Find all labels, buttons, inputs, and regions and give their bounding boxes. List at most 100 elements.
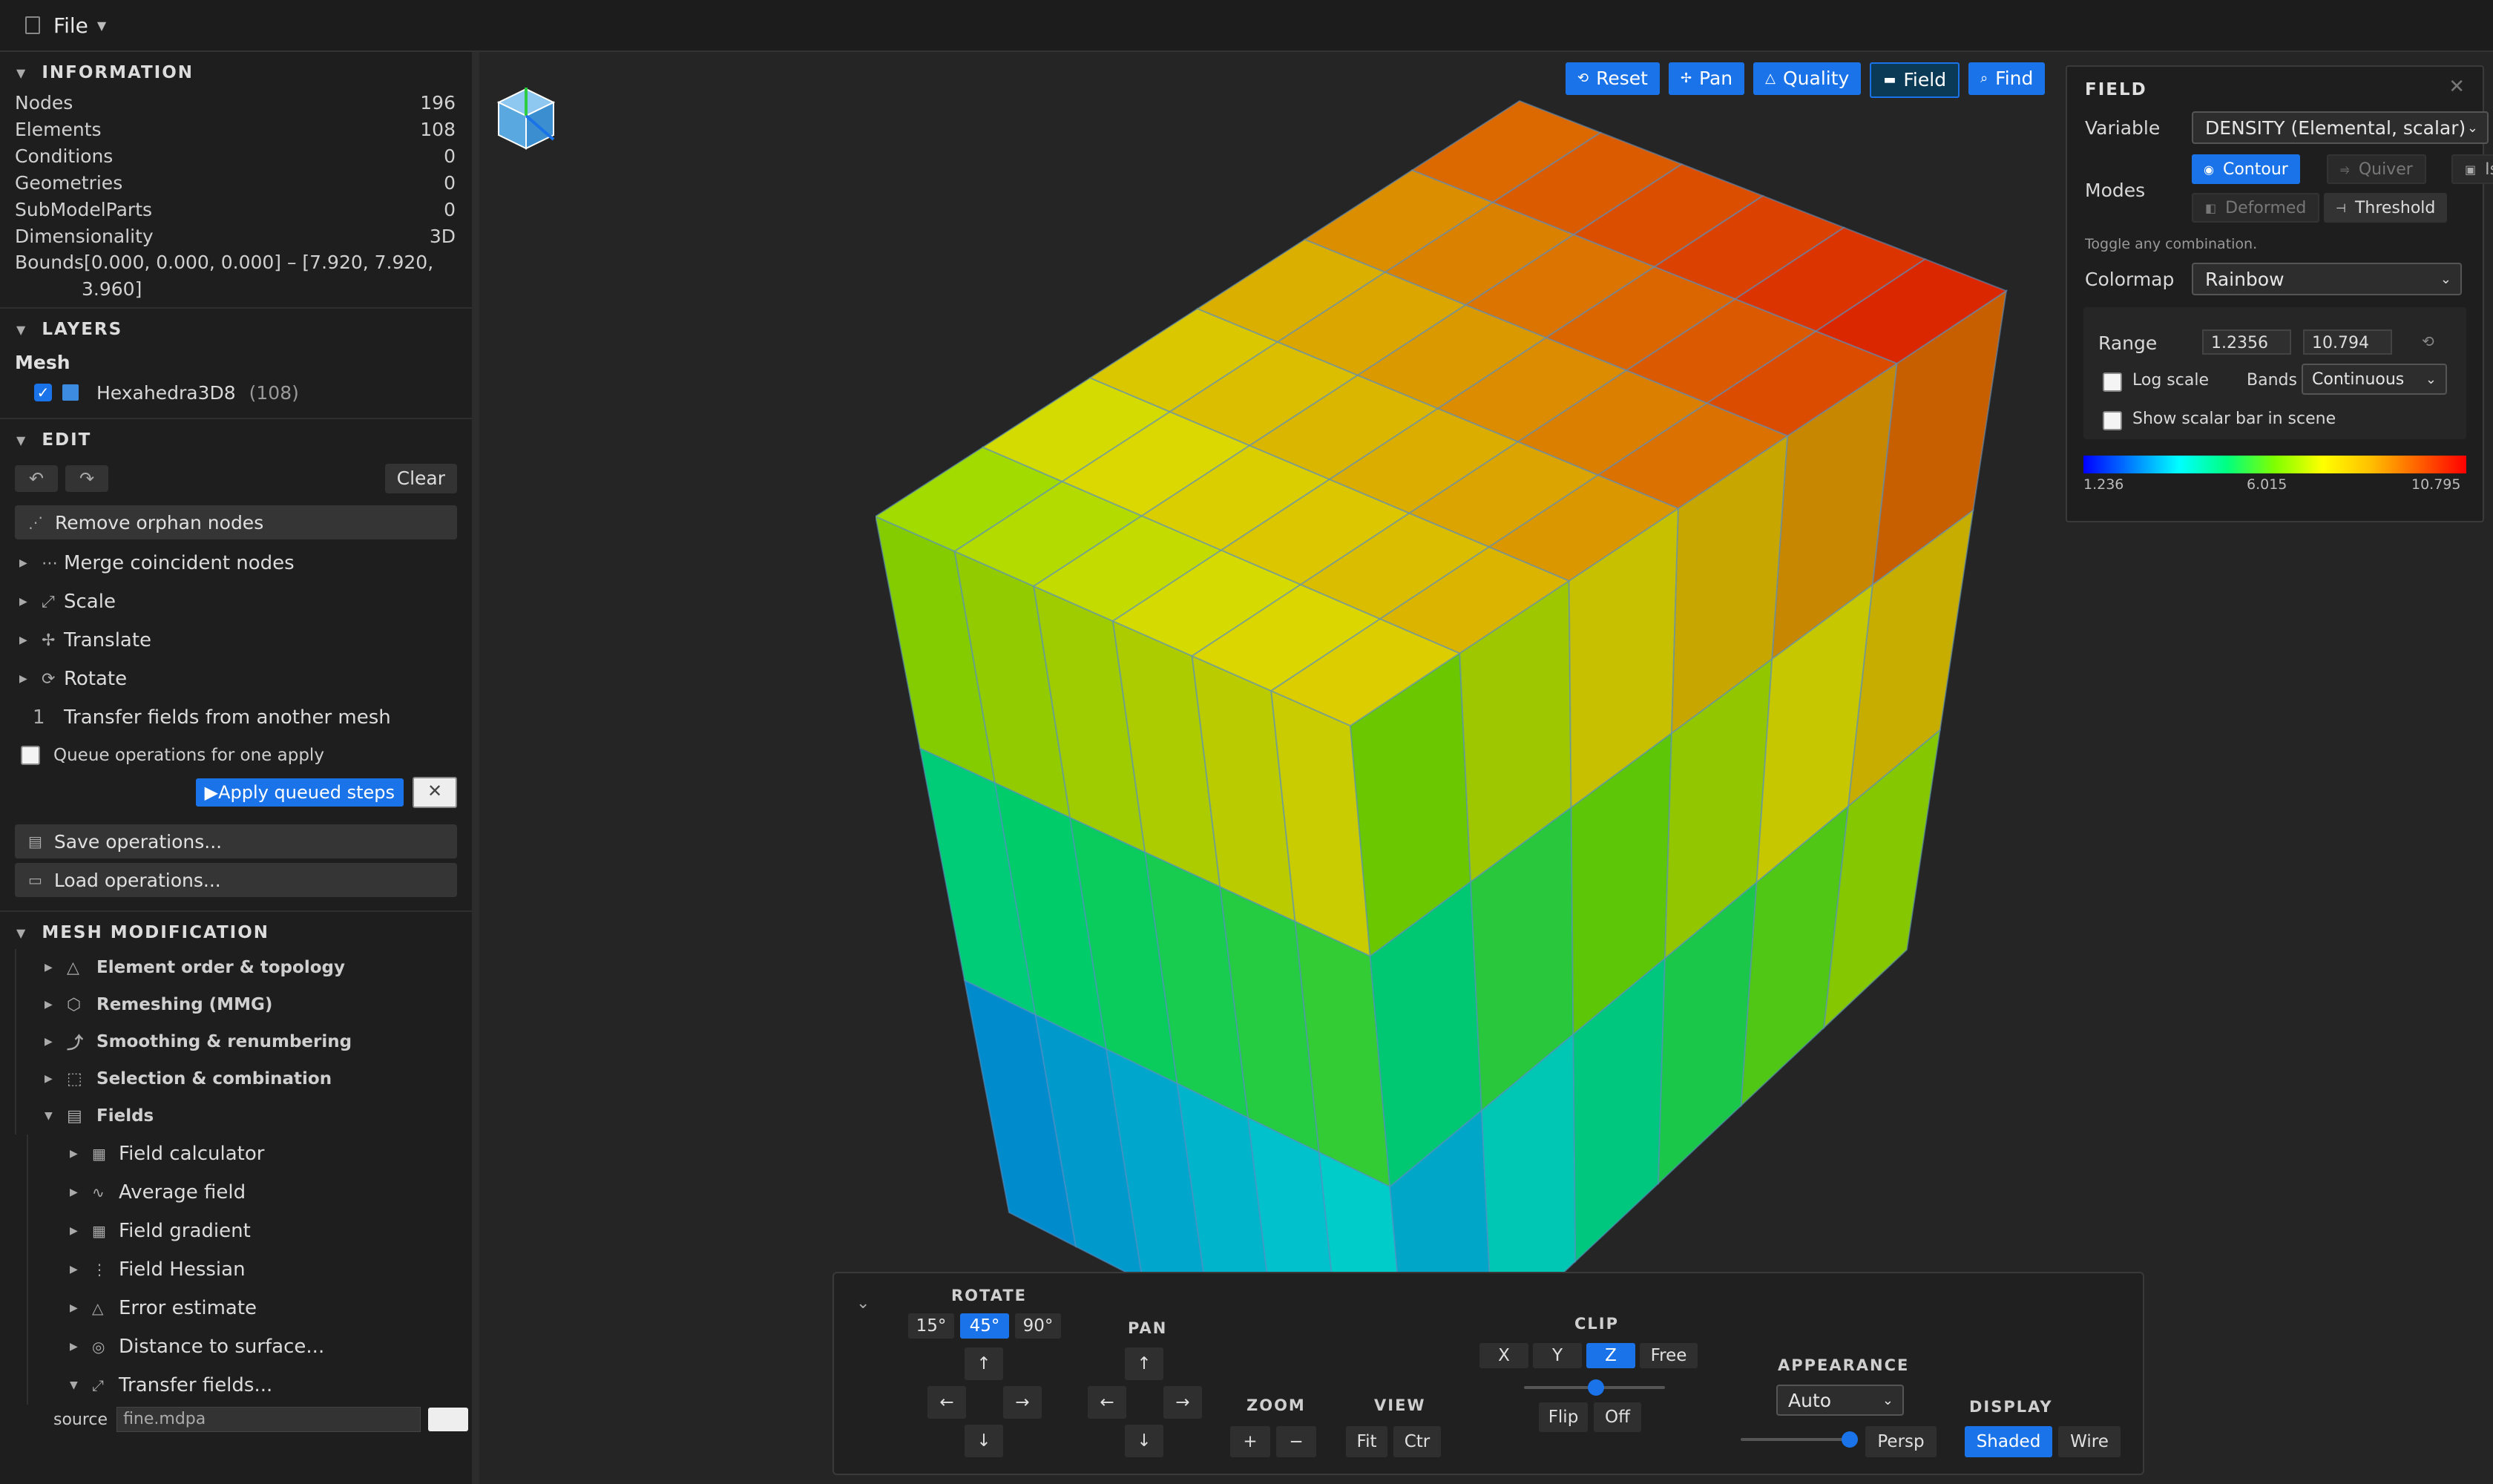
deformed-toggle[interactable]: ◧ Deformed	[2192, 193, 2320, 223]
colormap-select[interactable]: Rainbow ⌄	[2192, 263, 2462, 295]
expand-icon[interactable]: ▶	[19, 596, 42, 608]
fit-button[interactable]: Fit	[1346, 1426, 1387, 1457]
source-input[interactable]: fine.mdpa	[116, 1407, 421, 1432]
pan-left-button[interactable]: ←	[1088, 1386, 1126, 1419]
rotate-right-button[interactable]: →	[1003, 1386, 1042, 1419]
quality-button[interactable]: △ Quality	[1753, 62, 1862, 95]
element-order-item[interactable]: ▶ △ Element order & topology	[15, 949, 472, 986]
quiver-toggle[interactable]: ⥤ Quiver	[2327, 154, 2426, 184]
rotate-item[interactable]: ▶ ⟳ Rotate	[0, 660, 472, 698]
pan-up-button[interactable]: ↑	[1125, 1347, 1163, 1380]
layers-header[interactable]: ▼ LAYERS	[0, 313, 472, 346]
information-header[interactable]: ▼ INFORMATION	[0, 56, 472, 89]
clip-free-button[interactable]: Free	[1640, 1343, 1698, 1368]
zoom-in-button[interactable]: +	[1230, 1426, 1270, 1457]
rotate-down-button[interactable]: ↓	[965, 1425, 1003, 1457]
queue-operations-checkbox[interactable]	[21, 746, 40, 765]
collapse-icon[interactable]: ▼	[16, 323, 27, 337]
range-min-input[interactable]: 1.2356	[2202, 329, 2291, 355]
edit-header[interactable]: ▼ EDIT	[0, 424, 472, 456]
selection-item[interactable]: ▶ ⬚ Selection & combination	[15, 1060, 472, 1097]
close-icon[interactable]: ✕	[2448, 76, 2465, 98]
file-menu[interactable]: File	[53, 13, 88, 38]
zoom-out-button[interactable]: −	[1276, 1426, 1316, 1457]
expand-icon[interactable]: ▶	[70, 1341, 92, 1353]
expand-icon[interactable]: ▶	[45, 962, 67, 974]
expand-icon[interactable]: ▶	[70, 1264, 92, 1275]
variable-select[interactable]: DENSITY (Elemental, scalar) ⌄	[2192, 111, 2489, 144]
appearance-slider-thumb[interactable]	[1842, 1431, 1858, 1448]
pan-button[interactable]: ✢ Pan	[1668, 62, 1745, 95]
chevron-down-icon[interactable]: ▼	[97, 19, 106, 33]
load-operations-button[interactable]: ▭ Load operations...	[15, 863, 457, 897]
transfer-fields-item[interactable]: 1 Transfer fields from another mesh	[0, 698, 472, 737]
threshold-toggle[interactable]: ⊣ Threshold	[2324, 193, 2448, 223]
fields-item[interactable]: ▼ ▤ Fields	[15, 1097, 472, 1135]
mesh-render[interactable]	[876, 96, 2048, 1276]
expand-icon[interactable]: ▶	[19, 634, 42, 646]
collapse-icon[interactable]: ▼	[16, 66, 27, 80]
contour-toggle[interactable]: ◉ Contour	[2192, 154, 2300, 184]
expand-icon[interactable]: ▶	[45, 1036, 67, 1048]
fields-item-2[interactable]: ▶ ▦ Field gradient	[27, 1212, 472, 1250]
redo-button[interactable]: ↷	[65, 465, 108, 492]
rotate-90-button[interactable]: 90°	[1015, 1313, 1061, 1339]
appearance-slider[interactable]	[1741, 1438, 1852, 1441]
bands-select[interactable]: Continuous ⌄	[2302, 364, 2447, 395]
expand-icon[interactable]: ▶	[70, 1225, 92, 1237]
find-button[interactable]: ⌕ Find	[1968, 62, 2046, 95]
rotate-45-button[interactable]: 45°	[960, 1313, 1009, 1339]
collapse-icon[interactable]: ▼	[45, 1110, 67, 1122]
fields-item-0[interactable]: ▶ ▦ Field calculator	[27, 1135, 472, 1173]
merge-coincident-nodes-item[interactable]: ▶ ⋯ Merge coincident nodes	[0, 544, 472, 582]
expand-icon[interactable]: ▶	[45, 999, 67, 1011]
layer-visible-checkbox[interactable]: ✓	[34, 384, 52, 401]
fields-item-1[interactable]: ▶ ∿ Average field	[27, 1173, 472, 1212]
rotate-up-button[interactable]: ↑	[965, 1347, 1003, 1380]
rotate-left-button[interactable]: ←	[927, 1386, 966, 1419]
undo-button[interactable]: ↶	[15, 465, 58, 492]
clip-x-button[interactable]: X	[1479, 1343, 1528, 1368]
show-scalar-bar-checkbox[interactable]	[2103, 411, 2122, 430]
clip-y-button[interactable]: Y	[1533, 1343, 1582, 1368]
remove-orphan-nodes-button[interactable]: ⋰ Remove orphan nodes	[15, 505, 457, 539]
scale-item[interactable]: ▶ ⤢ Scale	[0, 582, 472, 621]
pan-down-button[interactable]: ↓	[1125, 1425, 1163, 1457]
expand-icon[interactable]: ▶	[19, 673, 42, 685]
clear-button[interactable]: Clear	[384, 464, 457, 493]
fields-item-5[interactable]: ▶ ◎ Distance to surface...	[27, 1327, 472, 1366]
remeshing-item[interactable]: ▶ ⬡ Remeshing (MMG)	[15, 986, 472, 1023]
layer-color-swatch[interactable]	[62, 384, 79, 401]
reset-button[interactable]: ⟲ Reset	[1566, 62, 1660, 95]
save-operations-button[interactable]: ▤ Save operations...	[15, 824, 457, 858]
fields-item-3[interactable]: ▶ ⋮ Field Hessian	[27, 1250, 472, 1289]
clip-off-button[interactable]: Off	[1594, 1402, 1641, 1432]
apply-queued-steps-button[interactable]: ▶Apply queued steps	[195, 778, 404, 807]
cancel-queue-button[interactable]: ✕	[413, 777, 457, 808]
rotate-15-button[interactable]: 15°	[908, 1313, 954, 1339]
browse-button[interactable]	[428, 1408, 469, 1431]
fields-item-6[interactable]: ▼ ⤢ Transfer fields...	[27, 1366, 472, 1405]
field-button[interactable]: ▬ Field	[1870, 62, 1960, 98]
clip-flip-button[interactable]: Flip	[1539, 1402, 1588, 1432]
clip-slider-thumb[interactable]	[1588, 1379, 1604, 1396]
clip-z-button[interactable]: Z	[1586, 1343, 1635, 1368]
pan-right-button[interactable]: →	[1163, 1386, 1202, 1419]
iso-toggle[interactable]: ▣ Is	[2451, 154, 2493, 184]
shaded-button[interactable]: Shaded	[1965, 1426, 2052, 1457]
collapse-icon[interactable]: ▼	[16, 926, 27, 940]
expand-icon[interactable]: ▶	[70, 1302, 92, 1314]
expand-icon[interactable]: ▶	[19, 557, 42, 569]
collapse-dock-icon[interactable]: ⌄	[856, 1294, 870, 1313]
collapse-icon[interactable]: ▼	[70, 1379, 92, 1391]
center-button[interactable]: Ctr	[1393, 1426, 1441, 1457]
expand-icon[interactable]: ▶	[70, 1186, 92, 1198]
log-scale-checkbox[interactable]	[2103, 372, 2122, 392]
smoothing-item[interactable]: ▶ ⤴ Smoothing & renumbering	[15, 1023, 472, 1060]
mesh-modification-header[interactable]: ▼ MESH MODIFICATION	[0, 916, 472, 949]
fields-item-4[interactable]: ▶ △ Error estimate	[27, 1289, 472, 1327]
expand-icon[interactable]: ▶	[45, 1073, 67, 1085]
wire-button[interactable]: Wire	[2058, 1426, 2121, 1457]
collapse-icon[interactable]: ▼	[16, 433, 27, 447]
range-max-input[interactable]: 10.794	[2303, 329, 2392, 355]
